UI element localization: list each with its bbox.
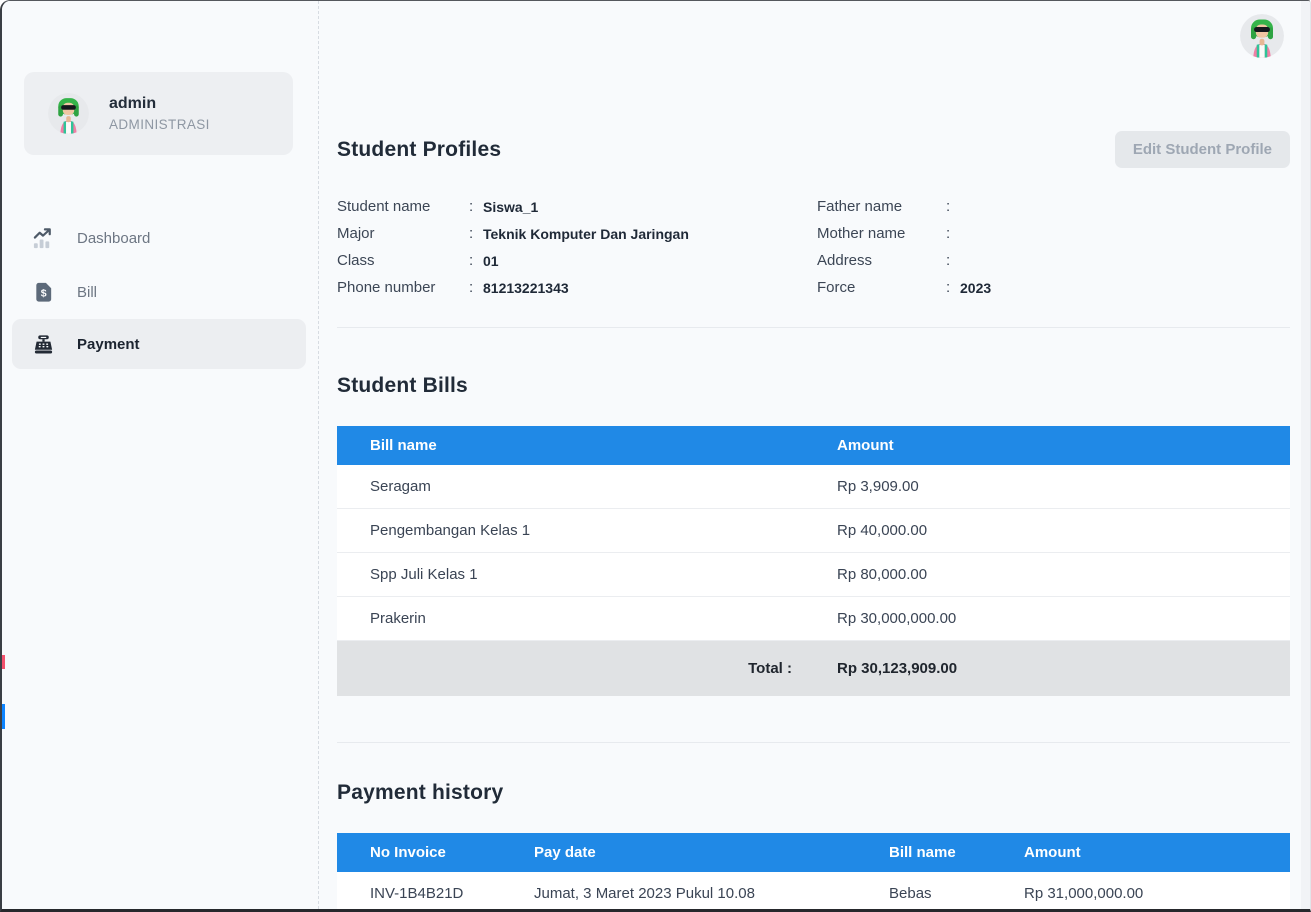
column-header-bill-name: Bill name [370,437,437,454]
admin-role: ADMINISTRASI [109,117,210,132]
sidebar-item-payment[interactable]: Payment [12,319,306,369]
history-table-header: No Invoice Pay date Bill name Amount [337,833,1290,872]
user-avatar[interactable] [1240,14,1284,58]
cash-register-icon [34,334,53,354]
scrollbar[interactable] [1301,1,1310,909]
column-header-amount: Amount [837,437,894,454]
admin-profile-card: admin ADMINISTRASI [24,72,293,155]
section-divider [337,327,1290,328]
column-header-bill-name: Bill name [889,844,956,861]
column-header-amount: Amount [1024,844,1081,861]
field-student-name: Student name : Siswa_1 [337,198,539,215]
field-mother-name: Mother name : [817,225,951,242]
column-header-no-invoice: No Invoice [370,844,446,861]
total-label: Total : [748,660,792,677]
sidebar-item-bill[interactable]: Bill [2,265,318,319]
sidebar-item-label: Payment [77,335,140,353]
table-row: Spp Juli Kelas 1 Rp 80,000.00 [337,553,1290,597]
app-window: admin ADMINISTRASI Dashboard Bill Paymen… [0,0,1311,912]
sidebar: admin ADMINISTRASI Dashboard Bill Paymen… [2,1,319,909]
table-row: Seragam Rp 3,909.00 [337,465,1290,509]
student-bills-title: Student Bills [337,374,468,397]
total-value: Rp 30,123,909.00 [837,660,958,677]
field-force: Force : 2023 [817,279,992,296]
payment-history-title: Payment history [337,781,504,804]
table-row: Pengembangan Kelas 1 Rp 40,000.00 [337,509,1290,553]
field-class: Class : 01 [337,252,499,269]
table-row: INV-1B4B21D Jumat, 3 Maret 2023 Pukul 10… [337,872,1290,909]
field-address: Address : [817,252,951,269]
field-major: Major : Teknik Komputer Dan Jaringan [337,225,689,242]
edge-marker-blue [2,704,5,729]
student-bills-table: Bill name Amount Seragam Rp 3,909.00 Pen… [337,426,1290,696]
sidebar-item-label: Dashboard [77,229,151,247]
sidebar-item-dashboard[interactable]: Dashboard [2,211,318,265]
bill-document-icon [36,282,52,302]
section-divider [337,742,1290,743]
bills-total-row: Total : Rp 30,123,909.00 [337,641,1290,696]
admin-name: admin [109,95,157,112]
edit-student-profile-button[interactable]: Edit Student Profile [1114,131,1290,168]
payment-history-table: No Invoice Pay date Bill name Amount INV… [337,833,1290,909]
sidebar-item-label: Bill [77,283,98,301]
student-profile-header: Student Profiles Edit Student Profile [337,131,1290,168]
main-content: Student Profiles Edit Student Profile St… [320,1,1310,909]
student-profile-fields: Student name : Siswa_1 Major : Teknik Ko… [337,193,1290,301]
invoice-number: INV-1B4B21D [370,885,464,902]
table-row: Prakerin Rp 30,000,000.00 [337,597,1290,641]
page-title: Student Profiles [337,137,502,161]
admin-avatar [48,93,89,134]
bill-name: Bebas [889,885,932,902]
amount: Rp 31,000,000.00 [1024,885,1144,902]
chart-trending-up-icon [32,227,51,249]
pay-date: Jumat, 3 Maret 2023 Pukul 10.08 [534,885,755,902]
bills-table-header: Bill name Amount [337,426,1290,465]
column-header-pay-date: Pay date [534,844,596,861]
edge-marker-red [2,655,5,669]
field-father-name: Father name : [817,198,951,215]
field-phone-number: Phone number : 81213221343 [337,279,569,296]
sidebar-nav: Dashboard Bill Payment [2,211,318,369]
